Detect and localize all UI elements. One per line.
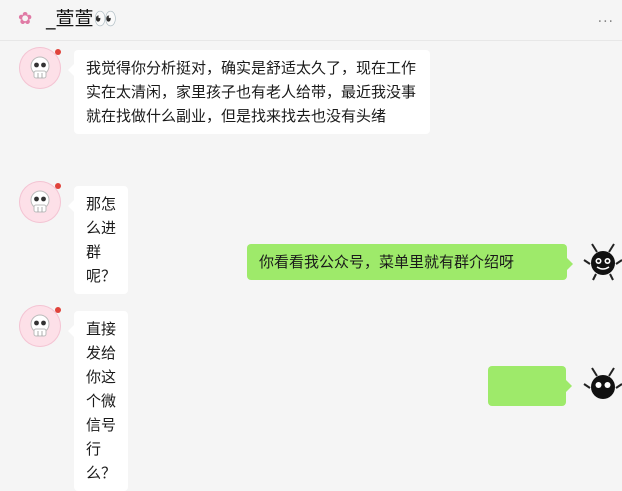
message-bubble[interactable]: 直接发给你这个微信号行么？ [68, 311, 128, 491]
chat-title[interactable]: _萱萱👀 [46, 6, 117, 32]
contact-avatar[interactable] [19, 305, 61, 347]
monster-avatar-icon[interactable] [582, 364, 622, 406]
monster-avatar-icon[interactable] [582, 240, 622, 282]
contact-avatar[interactable] [19, 181, 61, 223]
message-bubble[interactable]: 那怎么进群呢？ [68, 186, 128, 294]
message-bubble[interactable]: 我觉得你分析挺对，确实是舒适太久了，现在工作实在太清闲，家里孩子也有老人给带，最… [68, 50, 430, 134]
flower-icon: ✿ [18, 9, 33, 29]
more-icon[interactable]: ··· [598, 14, 614, 30]
unread-dot [55, 307, 61, 313]
message-bubble[interactable] [488, 366, 572, 406]
message-bubble[interactable]: 你看看我公众号，菜单里就有群介绍呀 [247, 244, 573, 280]
unread-dot [55, 49, 61, 55]
contact-avatar[interactable] [19, 47, 61, 89]
chat-header: ✿ _萱萱👀 ··· [0, 0, 622, 41]
unread-dot [55, 183, 61, 189]
